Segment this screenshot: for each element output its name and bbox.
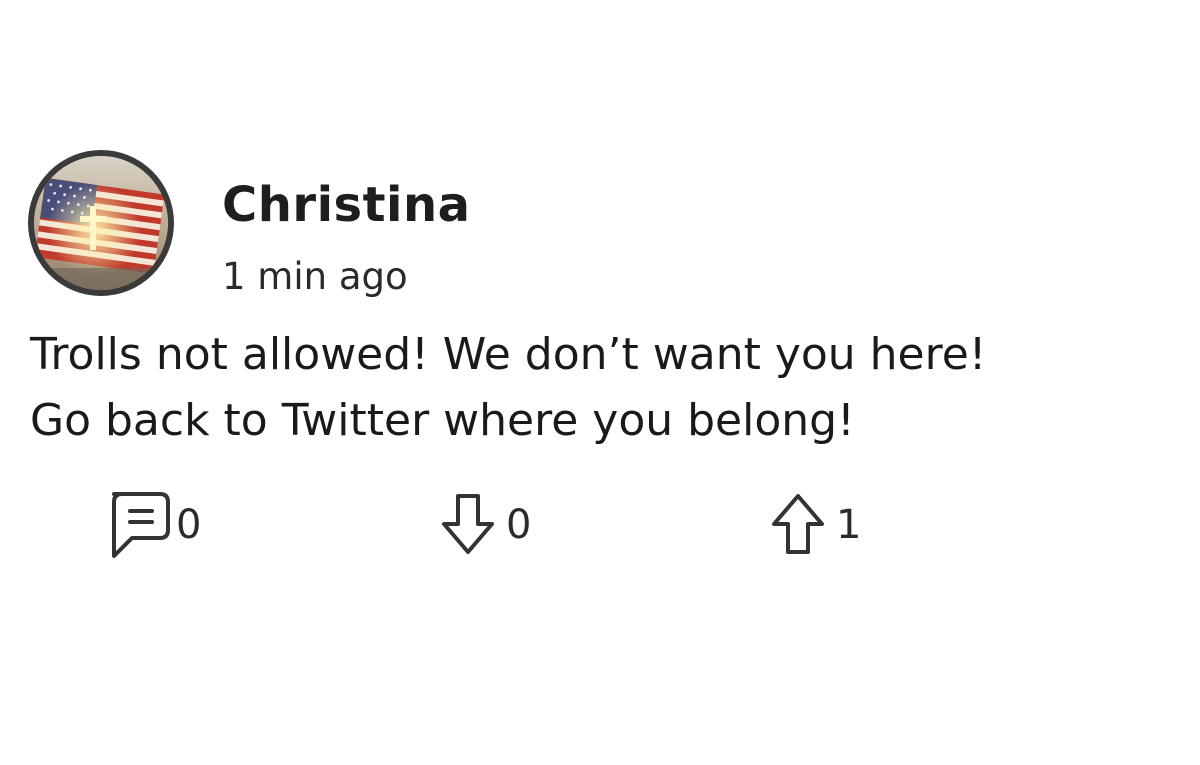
comment-body: Trolls not allowed! We don’t want you he… xyxy=(30,322,1190,454)
upvote-button[interactable]: 1 xyxy=(760,480,861,570)
upvote-count: 1 xyxy=(836,502,862,548)
comment-body-line: Trolls not allowed! We don’t want you he… xyxy=(30,329,987,380)
arrow-up-icon xyxy=(760,484,836,566)
comment-icon xyxy=(100,484,176,566)
arrow-down-icon xyxy=(430,484,506,566)
comment-card: Christina 1 min ago Trolls not allowed! … xyxy=(0,0,1200,765)
avatar[interactable] xyxy=(28,150,174,296)
downvote-button[interactable]: 0 xyxy=(430,480,531,570)
downvote-count: 0 xyxy=(506,502,532,548)
reply-count: 0 xyxy=(176,502,202,548)
timestamp: 1 min ago xyxy=(222,255,408,298)
action-bar: 0 0 1 xyxy=(0,480,1200,570)
username[interactable]: Christina xyxy=(222,175,471,235)
reply-button[interactable]: 0 xyxy=(100,480,201,570)
comment-body-line: Go back to Twitter where you belong! xyxy=(30,395,855,446)
american-flag-avatar-image xyxy=(34,156,168,290)
